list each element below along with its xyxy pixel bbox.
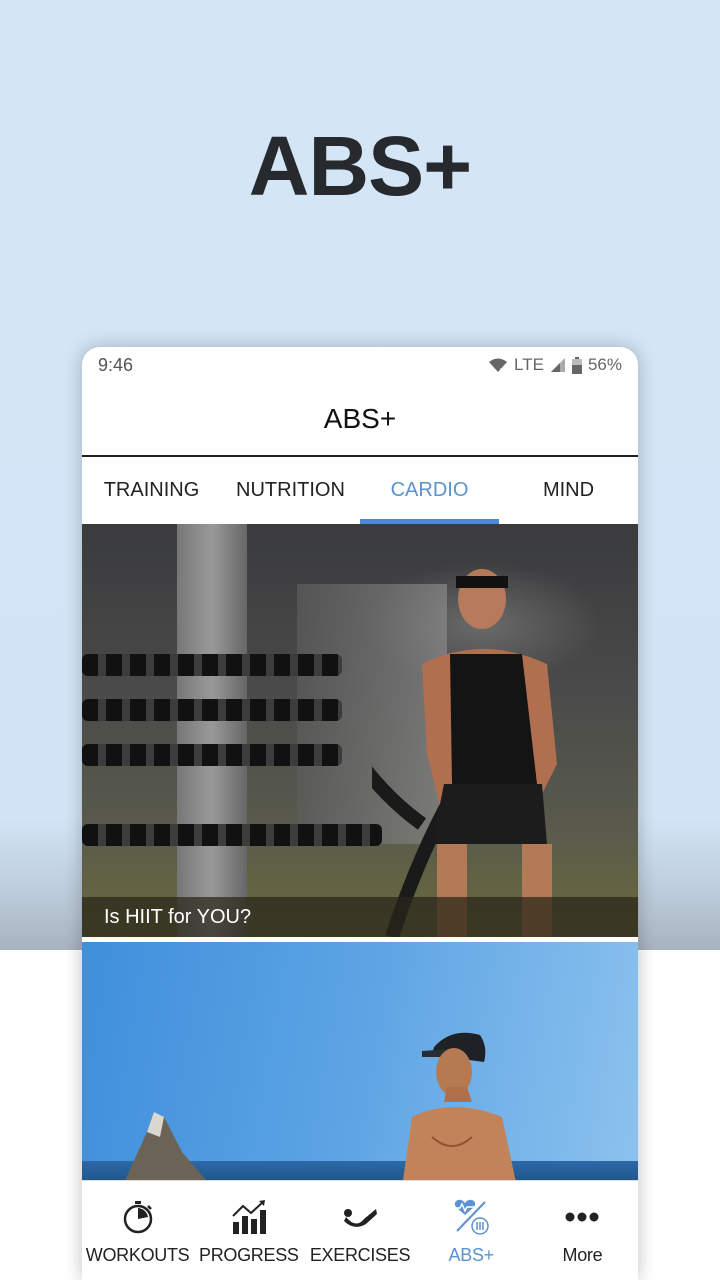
article-card-beach[interactable] bbox=[82, 942, 638, 1187]
wifi-off-icon: x bbox=[488, 357, 508, 373]
card-caption: Is HIIT for YOU? bbox=[82, 897, 638, 937]
nav-label: PROGRESS bbox=[198, 1245, 299, 1265]
stopwatch-icon bbox=[118, 1197, 158, 1237]
battle-ropes-gym-photo bbox=[82, 524, 638, 937]
tab-nutrition[interactable]: NUTRITION bbox=[221, 457, 360, 524]
nav-label: EXERCISES bbox=[309, 1245, 411, 1265]
nav-progress[interactable]: PROGRESS bbox=[193, 1181, 304, 1280]
nav-label: WORKOUTS bbox=[85, 1245, 190, 1265]
phone-frame: 9:46 x LTE 56% ABS+ TRAINING NUTRITION C… bbox=[82, 347, 638, 1280]
athlete-figure bbox=[372, 569, 557, 937]
tab-label: NUTRITION bbox=[236, 479, 345, 501]
status-time: 9:46 bbox=[98, 354, 134, 375]
gym-pillar bbox=[177, 524, 247, 937]
dumbbell-rack bbox=[82, 699, 342, 721]
man-figure bbox=[402, 1032, 517, 1187]
nav-label: ABS+ bbox=[448, 1245, 495, 1265]
app-title: ABS+ bbox=[323, 403, 397, 434]
nav-label: More bbox=[562, 1245, 603, 1265]
nav-workouts[interactable]: WORKOUTS bbox=[82, 1181, 193, 1280]
status-icons: x LTE 56% bbox=[488, 355, 622, 375]
nav-exercises[interactable]: EXERCISES bbox=[304, 1181, 415, 1280]
app-header: ABS+ bbox=[82, 383, 638, 457]
battery-icon bbox=[571, 356, 582, 374]
dumbbell-rack bbox=[82, 744, 342, 766]
tab-label: MIND bbox=[542, 479, 595, 501]
nav-more[interactable]: More bbox=[527, 1181, 638, 1280]
tab-label: CARDIO bbox=[390, 479, 469, 501]
network-type: LTE bbox=[514, 355, 544, 374]
bottom-navigation: WORKOUTS PROGRESS EXERCISES ABS+ More bbox=[82, 1180, 638, 1280]
tab-cardio[interactable]: CARDIO bbox=[360, 457, 499, 524]
cell-signal-icon bbox=[550, 357, 566, 373]
sea-rock bbox=[122, 1112, 212, 1187]
more-dots-icon bbox=[562, 1197, 602, 1237]
situp-figure-icon bbox=[340, 1197, 380, 1237]
article-card-hiit[interactable]: Is HIIT for YOU? bbox=[82, 524, 638, 937]
category-tabs: TRAINING NUTRITION CARDIO MIND bbox=[82, 457, 638, 524]
bar-chart-trend-icon bbox=[229, 1197, 269, 1237]
promo-title: ABS+ bbox=[248, 119, 472, 213]
status-bar: 9:46 x LTE 56% bbox=[82, 347, 638, 383]
svg-text:x: x bbox=[500, 367, 504, 373]
tab-label: TRAINING bbox=[103, 479, 200, 501]
nav-abs-plus[interactable]: ABS+ bbox=[416, 1181, 527, 1280]
dumbbell-rack bbox=[82, 824, 382, 846]
tab-mind[interactable]: MIND bbox=[499, 457, 638, 524]
heart-nutrition-icon bbox=[451, 1197, 491, 1237]
battery-percent: 56% bbox=[587, 355, 622, 374]
dumbbell-rack bbox=[82, 654, 342, 676]
tab-training[interactable]: TRAINING bbox=[82, 457, 221, 524]
beach-shirtless-man-photo bbox=[82, 942, 638, 1187]
